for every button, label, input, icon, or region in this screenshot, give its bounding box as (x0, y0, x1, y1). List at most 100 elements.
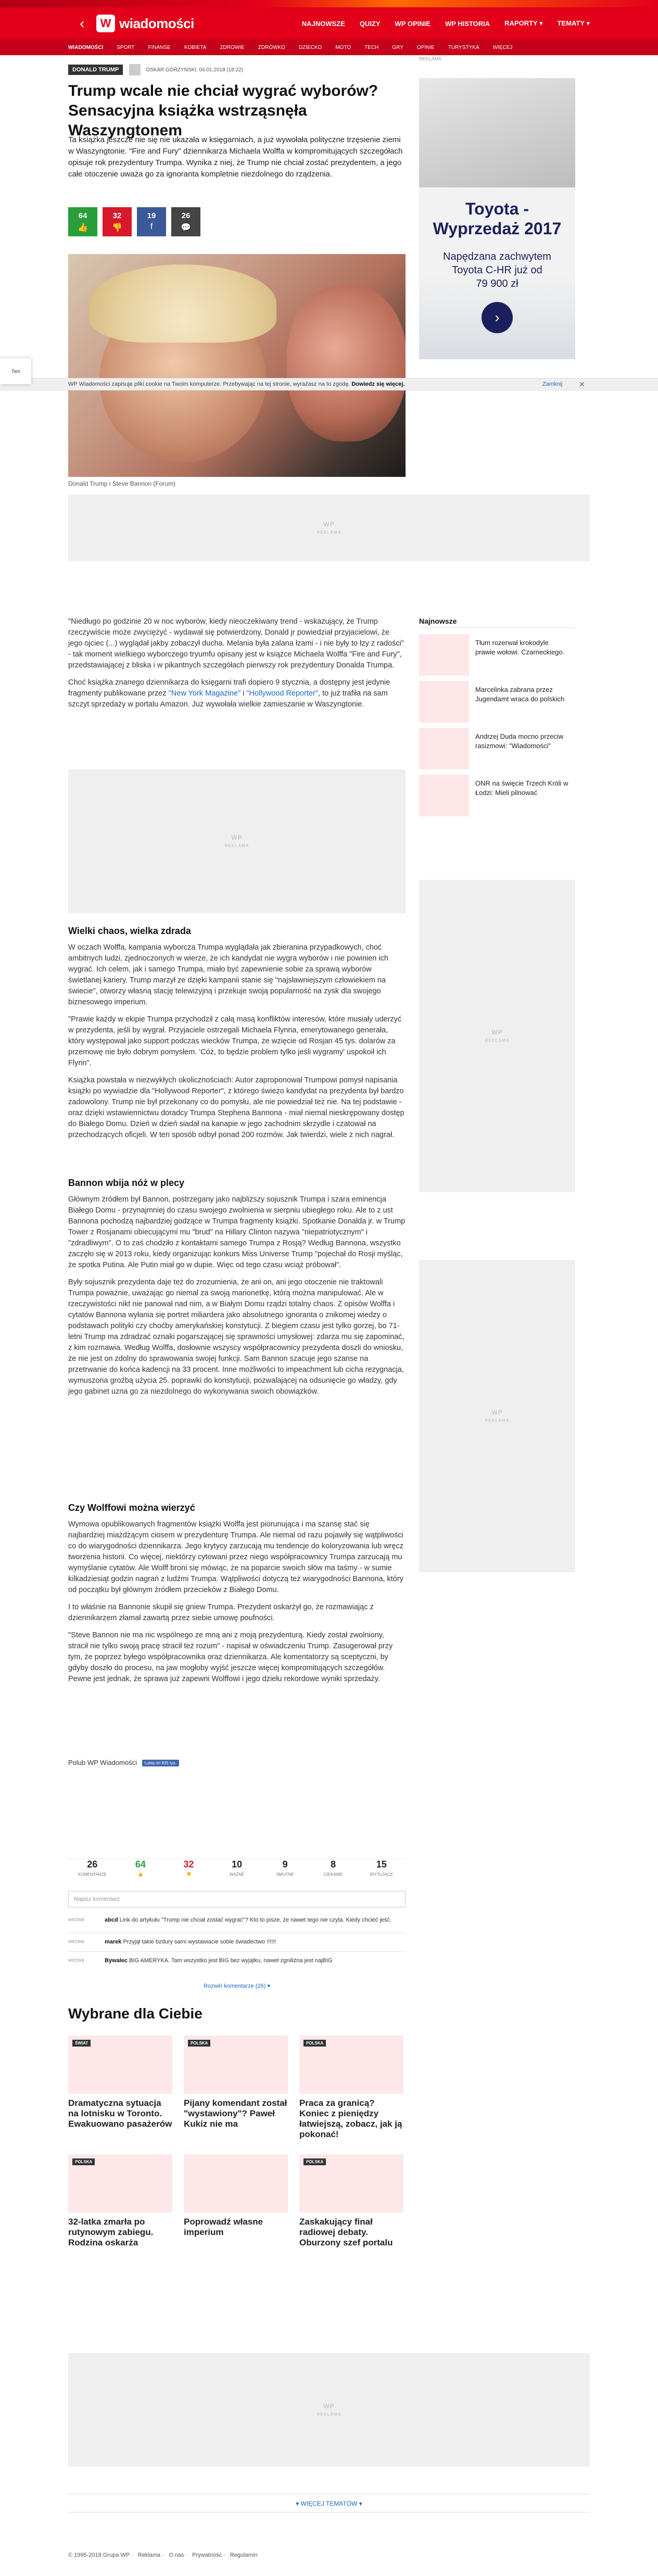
card-category: POLSKA (303, 2158, 326, 2165)
main-nav: NAJNOWSZE QUIZY WP OPINIE WP HISTORIA RA… (287, 7, 590, 40)
toyota-ad[interactable]: Toyota - Wyprzedaż 2017 Napędzana zachwy… (419, 78, 575, 359)
footer-link-reklama[interactable]: Reklama (138, 2552, 160, 2558)
card-title: Pijany komendant został "wystawiony"? Pa… (184, 2098, 287, 2129)
thumbs-up-button[interactable]: 64 👍 (68, 207, 97, 236)
subnav-zdrowie[interactable]: ZDROWIE (220, 45, 244, 50)
news-item[interactable]: Tłum rozerwał krokodyle prawie wołowi. C… (419, 634, 575, 676)
card-category: POLSKA (188, 2040, 211, 2047)
subnav-opinie[interactable]: OPINIE (417, 45, 435, 50)
news-item[interactable]: ONR na święcie Trzech Króli w Łodzi: Mie… (419, 775, 575, 816)
comment-input[interactable]: Napisz komentarz (68, 1891, 406, 1908)
stat-comments[interactable]: 26 KOMENTARZE (68, 1859, 117, 1886)
wp-ad-logo: WP REKLAMA (317, 521, 341, 535)
paragraph: Były sojusznik prezydenta daje też do zr… (68, 1278, 404, 1396)
paragraph: I to właśnie na Bannonie skupił się gnie… (68, 1603, 374, 1622)
nav-tematy[interactable]: TEMATY ▾ (558, 19, 590, 28)
subnav-gry[interactable]: GRY (392, 45, 403, 50)
facebook-share-button[interactable]: 19 f (137, 207, 166, 236)
nav-wp-historia[interactable]: WP HISTORIA (445, 20, 490, 28)
article-body-1: "Niedługo po godzinie 20 w noc wyborów, … (68, 616, 406, 710)
news-item[interactable]: Andrzej Duda mocno przeciw rasizmowi: "W… (419, 728, 575, 769)
thumbs-up-icon: 👍 (78, 223, 88, 232)
subnav-wiadomosci[interactable]: WIADOMOŚCI (68, 45, 103, 50)
subnav-zdrowko[interactable]: ZDRÓWKO (258, 45, 285, 50)
facebook-like-button[interactable]: Lubię to! 835 tys. (142, 1760, 179, 1767)
section-heading: Bannon wbija nóż w plecy (68, 1178, 185, 1188)
article-lead: Ta książka jeszcze nie się nie ukazała w… (68, 135, 403, 179)
article-body-2: W oczach Wolffa, kampania wyborcza Trump… (68, 942, 406, 1141)
recommended-card[interactable]: POLSKA Praca za granicą? Koniec z pienię… (299, 2036, 403, 2139)
side-floating-tab[interactable]: Tani (0, 358, 31, 384)
recommended-card[interactable]: POLSKA 32-latka zmarła po rutynowym zabi… (68, 2154, 172, 2251)
thumbs-down-count: 32 (112, 211, 122, 220)
recommended-card[interactable]: POLSKA Pijany komendant został "wystawio… (184, 2036, 288, 2132)
inline-ad-1[interactable]: WP REKLAMA (68, 495, 590, 561)
nav-quizy[interactable]: QUIZY (360, 20, 381, 28)
chevron-left-icon[interactable]: ‹ (80, 16, 92, 31)
photo-figure-bannon (287, 285, 406, 441)
subnav-dziecko[interactable]: DZIECKO (299, 45, 322, 50)
comment-author[interactable]: Bywalec (105, 1958, 128, 1964)
top-ad-banner[interactable] (0, 0, 658, 7)
stat-smutne[interactable]: 9 SMUTNE (261, 1859, 309, 1886)
subnav-tech[interactable]: TECH (364, 45, 378, 50)
stat-dislikes[interactable]: 32 👎 (164, 1859, 213, 1886)
comment-author[interactable]: marek (105, 1939, 121, 1945)
subnav-finanse[interactable]: FINANSE (148, 45, 171, 50)
subnav-moto[interactable]: MOTO (335, 45, 351, 50)
stat-ciekawe[interactable]: 8 CIEKAWE (309, 1859, 358, 1886)
stat-wazne[interactable]: 10 WAŻNE (213, 1859, 261, 1886)
bottom-ad[interactable]: WP REKLAMA (68, 2353, 590, 2467)
recommended-card[interactable]: POLSKA Zaskakujący finał radiowej debaty… (299, 2154, 403, 2251)
nymag-link[interactable]: "New York Magazine" (169, 689, 241, 698)
close-icon[interactable]: ✕ (579, 380, 585, 389)
cookie-learn-more-link[interactable]: Dowiedz się więcej. (351, 381, 404, 387)
recommended-title: Wybrane dla Ciebie (68, 2005, 203, 2022)
paragraph: "Niedługo po godzinie 20 w noc wyborów, … (68, 617, 404, 670)
card-title: Dramatyczna sytuacja na lotnisku w Toron… (68, 2098, 172, 2129)
news-title: Marcelinka zabrana przez Jugendamt wraca… (475, 686, 565, 703)
facebook-icon: f (150, 222, 153, 231)
sidebar-ad-2[interactable]: WP REKLAMA (419, 1260, 575, 1572)
comment-author[interactable]: abcd (105, 1917, 118, 1923)
comments-button[interactable]: 26 💬 (171, 207, 200, 236)
recommended-card[interactable]: ŚWIAT Dramatyczna sytuacja na lotnisku w… (68, 2036, 172, 2132)
news-title: ONR na święcie Trzech Króli w Łodzi: Mie… (475, 779, 568, 797)
najnowsze-title: Najnowsze (419, 617, 457, 625)
inline-ad-2[interactable]: WP REKLAMA (68, 769, 406, 913)
footer-link-o-nas[interactable]: O nas (169, 2552, 184, 2558)
subnav-sport[interactable]: SPORT (117, 45, 134, 50)
author-line: OSKAR GÓRZYŃSKI, 04.01.2018 (18:22) (146, 67, 243, 73)
subnav-turystyka[interactable]: TURYSTYKA (448, 45, 479, 50)
subnav-wiecej[interactable]: WIĘCEJ (493, 45, 513, 50)
nav-raporty[interactable]: RAPORTY ▾ (504, 19, 542, 28)
paragraph: Choć książka znanego dziennikarza do ksi… (68, 678, 390, 709)
subnav-kobieta[interactable]: KOBIETA (184, 45, 207, 50)
stat-likes[interactable]: 64 👍 (117, 1859, 165, 1886)
card-title: 32-latka zmarła po rutynowym zabiegu. Ro… (68, 2217, 154, 2247)
recommended-card[interactable]: Poprowadź własne imperium (184, 2154, 288, 2251)
thumbs-down-button[interactable]: 32 👎 (103, 207, 132, 236)
hollywood-reporter-link[interactable]: "Hollywood Reporter" (246, 689, 318, 698)
sidebar-ad-1[interactable]: WP REKLAMA (419, 880, 575, 1192)
toyota-ad-title: Toyota - Wyprzedaż 2017 (433, 199, 562, 238)
nav-najnowsze[interactable]: NAJNOWSZE (302, 20, 345, 28)
news-item[interactable]: Marcelinka zabrana przez Jugendamt wraca… (419, 681, 575, 723)
footer-link-prywatnosc[interactable]: Prywatność (192, 2552, 222, 2558)
chevron-right-icon[interactable]: › (482, 302, 513, 333)
article-photo (68, 254, 406, 477)
thumbs-up-count: 64 (78, 211, 87, 220)
footer-link-regulamin[interactable]: Regulamin (230, 2552, 258, 2558)
expand-comments-link[interactable]: Rozwiń komentarze (26) ▾ (68, 1982, 406, 1989)
wp-ad-logo: WP REKLAMA (317, 2403, 341, 2417)
card-title: Praca za granicą? Koniec z pieniędzy łat… (299, 2098, 402, 2139)
site-logo[interactable]: W wiadomości (96, 14, 194, 33)
nav-wp-opinie[interactable]: WP OPINIE (395, 20, 431, 28)
news-thumbnail (419, 681, 469, 723)
topic-tag[interactable]: DONALD TRUMP (68, 65, 123, 75)
stat-irytujace[interactable]: 15 IRYTUJĄCE (357, 1859, 406, 1886)
cookie-close-link[interactable]: Zamknij (542, 381, 563, 387)
card-image (184, 2154, 288, 2213)
article-meta: DONALD TRUMP OSKAR GÓRZYŃSKI, 04.01.2018… (68, 64, 406, 76)
more-topics-button[interactable]: ▾ WIĘCEJ TEMATÓW ▾ (68, 2494, 590, 2512)
